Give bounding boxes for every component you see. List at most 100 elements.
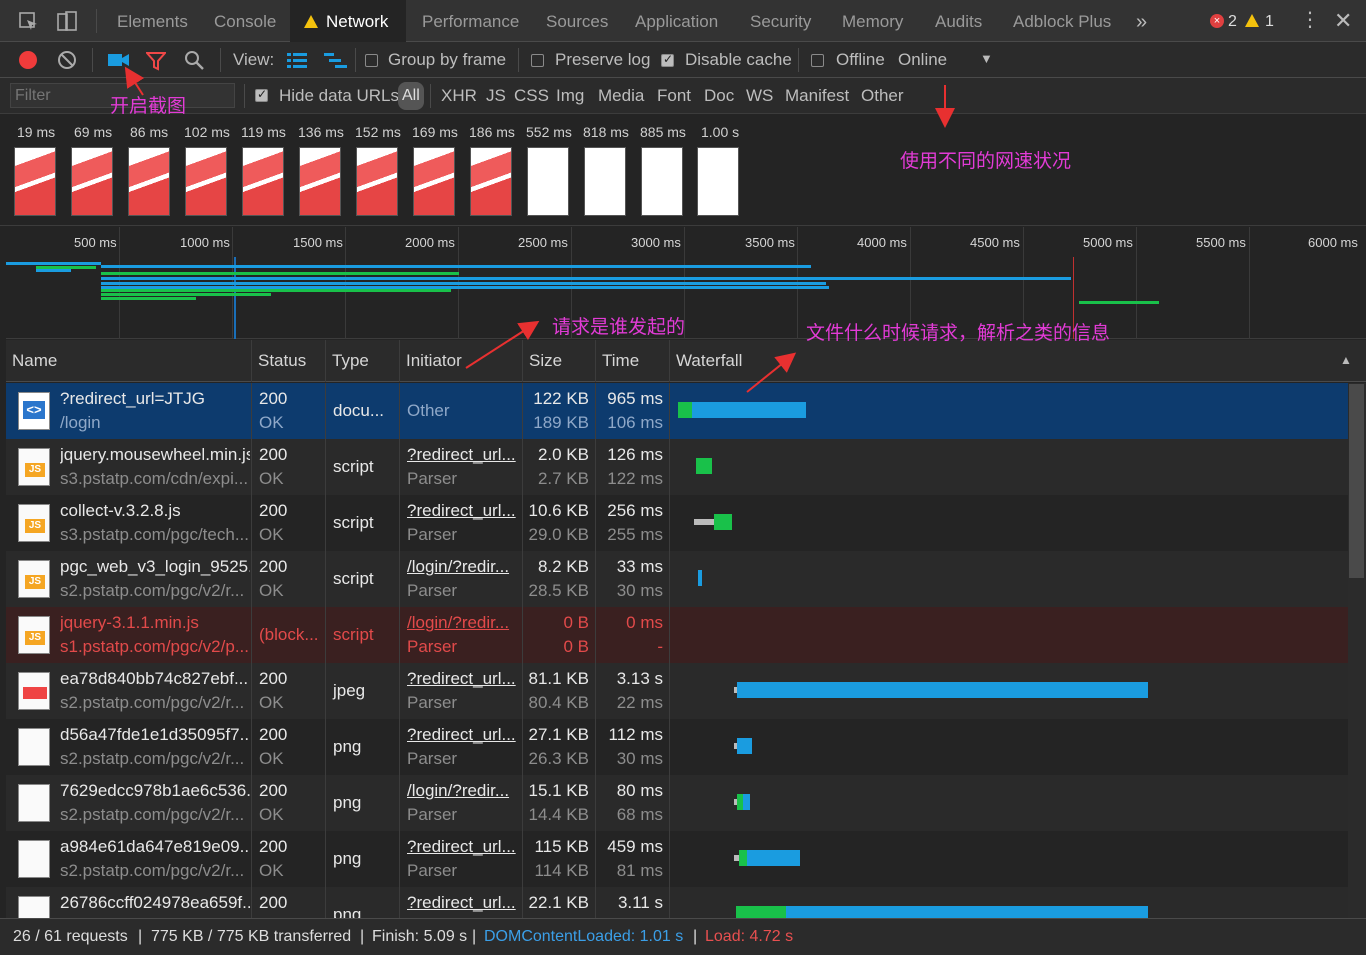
type-filter-js[interactable]: JS (486, 86, 506, 106)
type-filter-font[interactable]: Font (657, 86, 691, 106)
request-name[interactable]: ea78d840bb74c827ebf... (60, 669, 250, 689)
overview-bar (101, 272, 459, 275)
request-size: 81.1 KB (528, 669, 590, 688)
table-row[interactable]: <> ?redirect_url=JTJG/login 200 OK docu... Ot… (6, 383, 1348, 439)
request-status-text: OK (259, 805, 284, 824)
table-row[interactable]: ea78d840bb74c827ebf... s2.pstatp.com/pgc/… (6, 663, 1348, 719)
filmstrip-frame[interactable] (71, 147, 113, 216)
request-initiator-type: Parser (407, 805, 458, 824)
request-initiator[interactable]: ?redirect_url... (407, 669, 519, 689)
table-row[interactable]: 26786ccff024978ea659f... 200 png ?redirect_… (6, 887, 1348, 918)
filmstrip-frame[interactable] (128, 147, 170, 216)
type-filter-manifest[interactable]: Manifest (785, 86, 849, 106)
filmstrip-frame[interactable] (641, 147, 683, 216)
warning-count[interactable]: 1 (1265, 13, 1274, 31)
tab-memory[interactable]: Memory (830, 0, 915, 42)
sort-ascending-icon[interactable]: ▲ (1340, 353, 1352, 367)
type-filter-ws[interactable]: WS (746, 86, 773, 106)
type-filter-doc[interactable]: Doc (704, 86, 734, 106)
column-status[interactable]: Status (252, 340, 326, 382)
column-size[interactable]: Size (523, 340, 596, 382)
close-devtools-icon[interactable]: ✕ (1334, 8, 1352, 34)
group-by-frame-checkbox[interactable] (365, 54, 378, 67)
more-tabs-icon[interactable]: » (1124, 0, 1159, 42)
request-name[interactable]: jquery-3.1.1.min.js (60, 613, 250, 633)
column-type[interactable]: Type (326, 340, 400, 382)
tab-audits[interactable]: Audits (923, 0, 994, 42)
filmstrip-frame[interactable] (242, 147, 284, 216)
filmstrip-frame[interactable] (185, 147, 227, 216)
waterfall-overview-icon[interactable] (324, 52, 348, 68)
column-time[interactable]: Time (596, 340, 670, 382)
capture-screenshots-icon[interactable] (108, 52, 130, 68)
filmstrip-frame[interactable] (413, 147, 455, 216)
filmstrip-frame[interactable] (299, 147, 341, 216)
filmstrip-frame[interactable] (356, 147, 398, 216)
type-filter-other[interactable]: Other (861, 86, 904, 106)
filmstrip-frame[interactable] (584, 147, 626, 216)
large-rows-icon[interactable] (287, 52, 309, 68)
tab-network[interactable]: Network (290, 0, 406, 42)
type-filter-img[interactable]: Img (556, 86, 584, 106)
timeline-overview[interactable]: 500 ms 1000 ms 1500 ms 2000 ms 2500 ms 3… (6, 227, 1366, 339)
type-filter-css[interactable]: CSS (514, 86, 549, 106)
request-name[interactable]: a984e61da647e819e09... (60, 837, 250, 857)
preserve-log-checkbox[interactable] (531, 54, 544, 67)
tab-console[interactable]: Console (202, 0, 288, 42)
tab-elements[interactable]: Elements (105, 0, 200, 42)
filmstrip-frame[interactable] (527, 147, 569, 216)
tab-adblock-plus[interactable]: Adblock Plus (1001, 0, 1123, 42)
request-name[interactable]: collect-v.3.2.8.js (60, 501, 250, 521)
request-initiator[interactable]: ?redirect_url... (407, 445, 519, 465)
column-initiator[interactable]: Initiator (400, 340, 523, 382)
device-toolbar-icon[interactable] (56, 10, 78, 34)
disable-cache-checkbox[interactable] (661, 52, 674, 67)
request-initiator[interactable]: /login/?redir... (407, 613, 519, 633)
table-row[interactable]: a984e61da647e819e09... s2.pstatp.com/pgc/… (6, 831, 1348, 887)
filmstrip-frame[interactable] (14, 147, 56, 216)
request-initiator[interactable]: /login/?redir... (407, 781, 519, 801)
table-row[interactable]: 7629edcc978b1ae6c536... s2.pstatp.com/pgc… (6, 775, 1348, 831)
search-icon[interactable] (184, 50, 206, 72)
request-name[interactable]: 26786ccff024978ea659f... (60, 893, 250, 913)
offline-checkbox[interactable] (811, 54, 824, 67)
request-name[interactable]: 7629edcc978b1ae6c536... (60, 781, 250, 801)
request-initiator[interactable]: ?redirect_url... (407, 837, 519, 857)
overview-bar (101, 297, 196, 300)
type-filter-media[interactable]: Media (598, 86, 644, 106)
request-name[interactable]: pgc_web_v3_login_9525... (60, 557, 250, 577)
table-row[interactable]: JS pgc_web_v3_login_9525... s2.pstatp.com/… (6, 551, 1348, 607)
request-name[interactable]: jquery.mousewheel.min.js (60, 445, 250, 465)
request-initiator[interactable]: ?redirect_url... (407, 893, 519, 913)
table-row[interactable]: d56a47fde1e1d35095f7... s2.pstatp.com/pgc… (6, 719, 1348, 775)
inspect-element-icon[interactable] (18, 11, 40, 33)
filter-icon[interactable] (146, 51, 166, 71)
request-name[interactable]: ?redirect_url=JTJG (60, 389, 250, 409)
tab-sources[interactable]: Sources (534, 0, 620, 42)
column-name[interactable]: Name (6, 340, 252, 382)
table-row[interactable]: JS collect-v.3.2.8.js s3.pstatp.com/pgc/te… (6, 495, 1348, 551)
request-initiator[interactable]: /login/?redir... (407, 557, 519, 577)
hide-data-urls-checkbox[interactable] (255, 87, 268, 102)
request-initiator[interactable]: ?redirect_url... (407, 725, 519, 745)
request-status-text: OK (259, 861, 284, 880)
request-name[interactable]: d56a47fde1e1d35095f7... (60, 725, 250, 745)
tab-performance[interactable]: Performance (410, 0, 531, 42)
clear-button[interactable] (57, 50, 77, 70)
more-options-icon[interactable]: ⋮ (1300, 8, 1320, 32)
table-row[interactable]: JS jquery.mousewheel.min.js s3.pstatp.com/… (6, 439, 1348, 495)
request-initiator[interactable]: ?redirect_url... (407, 501, 519, 521)
chevron-down-icon[interactable]: ▼ (980, 51, 993, 66)
filmstrip-frame[interactable] (697, 147, 739, 216)
throttling-select[interactable]: Online (898, 50, 947, 70)
filmstrip-frame[interactable] (470, 147, 512, 216)
column-waterfall[interactable]: Waterfall (670, 340, 1366, 382)
type-filter-all[interactable]: All (398, 82, 424, 110)
table-row[interactable]: JS jquery-3.1.1.min.js s1.pstatp.com/pgc/v… (6, 607, 1348, 663)
record-button[interactable] (19, 51, 37, 69)
tab-security[interactable]: Security (738, 0, 823, 42)
type-filter-xhr[interactable]: XHR (441, 86, 477, 106)
scrollbar-thumb[interactable] (1349, 384, 1364, 578)
tab-application[interactable]: Application (623, 0, 730, 42)
error-count[interactable]: 2 (1228, 13, 1237, 31)
